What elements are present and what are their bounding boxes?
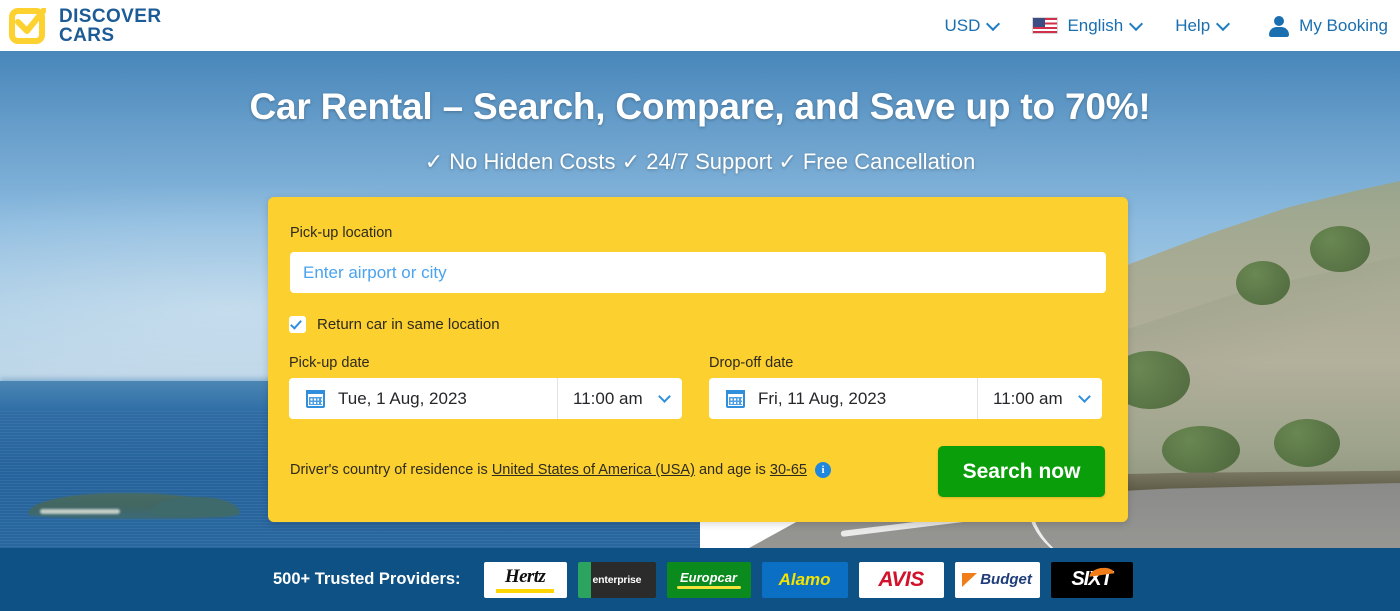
help-menu[interactable]: Help — [1175, 15, 1231, 36]
page-title: Car Rental – Search, Compare, and Save u… — [249, 86, 1151, 127]
currency-selector[interactable]: USD — [944, 15, 1001, 36]
pickup-date-group: Pick-up date Tue, 1 Aug, 2023 11:00 am — [289, 355, 682, 419]
pickup-date-label: Pick-up date — [289, 355, 370, 371]
dropoff-date-field[interactable]: Fri, 11 Aug, 2023 11:00 am — [709, 378, 1102, 419]
search-form-card: Pick-up location Enter airport or city R… — [268, 197, 1128, 522]
pickup-time-select[interactable]: 11:00 am — [558, 378, 682, 419]
provider-logo-avis[interactable]: AVIS — [858, 561, 944, 598]
hero-subtitle: ✓ No Hidden Costs ✓ 24/7 Support ✓ Free … — [424, 149, 976, 174]
same-location-checkbox[interactable] — [289, 316, 306, 333]
provider-logo-europcar[interactable]: Europcar — [666, 561, 751, 598]
calendar-icon — [726, 389, 745, 408]
my-booking-link[interactable]: My Booking — [1268, 15, 1388, 37]
provider-logo-sixt[interactable]: SIXT — [1050, 561, 1133, 598]
site-header: DISCOVER CARS USD English Help My Bookin… — [0, 0, 1400, 51]
driver-text-before: Driver's country of residence is — [290, 462, 488, 478]
chevron-down-icon — [658, 390, 671, 403]
driver-details-line: Driver's country of residence is United … — [290, 462, 831, 478]
same-location-label: Return car in same location — [317, 316, 500, 333]
driver-text-middle: and age is — [698, 462, 766, 478]
check-glyph — [15, 7, 46, 34]
language-selector[interactable]: English — [1032, 15, 1144, 36]
logo-line-2: CARS — [59, 24, 115, 46]
pickup-date-value: Tue, 1 Aug, 2023 — [338, 388, 467, 408]
provider-logo-budget[interactable]: Budget — [954, 561, 1040, 598]
us-flag-icon — [1032, 17, 1059, 34]
hertz-wordmark: Hertz — [504, 566, 546, 587]
dropoff-date-value: Fri, 11 Aug, 2023 — [758, 388, 887, 408]
chevron-down-icon — [1216, 16, 1231, 31]
chevron-down-icon — [1078, 390, 1091, 403]
pickup-time-value: 11:00 am — [573, 388, 643, 408]
dropoff-time-value: 11:00 am — [993, 388, 1063, 408]
enterprise-wordmark: enterprise — [592, 573, 642, 586]
trusted-providers-bar: 500+ Trusted Providers: Hertz enterprise… — [0, 548, 1400, 611]
pickup-location-label: Pick-up location — [290, 225, 393, 241]
dropoff-date-label: Drop-off date — [709, 355, 794, 371]
help-label: Help — [1175, 15, 1211, 35]
provider-logo-alamo[interactable]: Alamo — [761, 561, 848, 598]
search-now-button[interactable]: Search now — [938, 446, 1105, 497]
chevron-down-icon — [986, 16, 1001, 31]
europcar-wordmark: Europcar — [680, 570, 738, 585]
budget-wordmark: Budget — [980, 571, 1032, 588]
budget-triangle-icon — [962, 572, 978, 587]
pickup-date-field[interactable]: Tue, 1 Aug, 2023 11:00 am — [289, 378, 682, 419]
person-icon — [1268, 15, 1290, 37]
avis-wordmark: AVIS — [878, 567, 924, 591]
logo-line-1: DISCOVER — [59, 5, 162, 27]
dropoff-date-group: Drop-off date Fri, 11 Aug, 2023 11:00 am — [709, 355, 1102, 419]
pickup-location-input[interactable]: Enter airport or city — [290, 252, 1106, 293]
page-root: DISCOVER CARS USD English Help My Bookin… — [0, 0, 1400, 611]
info-icon[interactable]: i — [814, 462, 831, 478]
checkbox-check-icon — [8, 6, 48, 46]
driver-age-link[interactable]: 30-65 — [770, 462, 807, 478]
currency-label: USD — [944, 15, 981, 35]
providers-label: 500+ Trusted Providers: — [273, 570, 461, 588]
logo[interactable]: DISCOVER CARS — [8, 6, 161, 46]
language-label: English — [1067, 15, 1124, 35]
chevron-down-icon — [1129, 16, 1144, 31]
my-booking-label: My Booking — [1299, 15, 1388, 35]
alamo-wordmark: Alamo — [778, 569, 831, 589]
driver-country-link[interactable]: United States of America (USA) — [492, 462, 695, 478]
sixt-wordmark: SIXT — [1071, 566, 1115, 591]
pickup-location-placeholder: Enter airport or city — [303, 262, 447, 282]
header-nav: USD English Help My Booking — [911, 15, 1388, 37]
dropoff-time-select[interactable]: 11:00 am — [978, 378, 1102, 419]
same-location-checkbox-row[interactable]: Return car in same location — [289, 316, 500, 333]
calendar-icon — [306, 389, 325, 408]
provider-logo-hertz[interactable]: Hertz — [483, 561, 567, 598]
logo-text: DISCOVER CARS — [59, 7, 161, 45]
provider-logo-enterprise[interactable]: enterprise — [577, 561, 656, 598]
